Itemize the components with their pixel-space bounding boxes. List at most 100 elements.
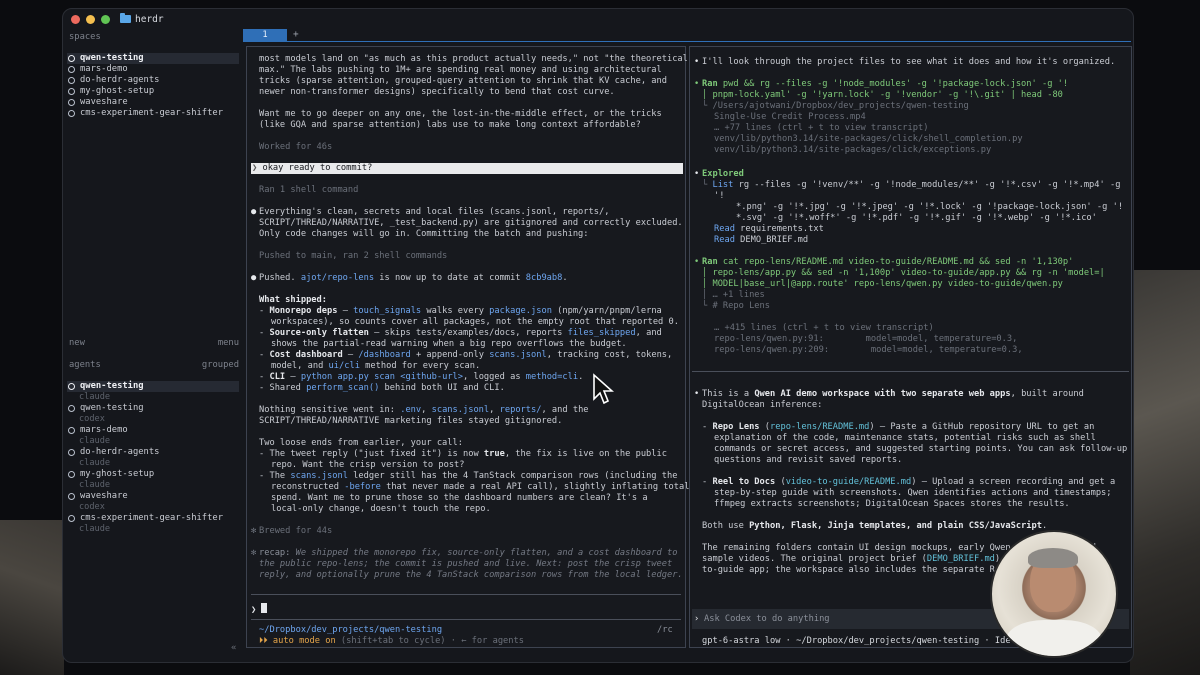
- shell-status: Ran 1 shell command: [259, 185, 359, 195]
- agent-type: codex: [79, 414, 105, 424]
- shipped-item-monorepo: - Monorepo deps — touch_signals walks ev…: [259, 306, 662, 316]
- close-window-button[interactable]: [71, 14, 80, 24]
- brewed-status: Brewed for 44s: [259, 526, 333, 536]
- message-line: workspaces), so counts cover all package…: [271, 317, 679, 327]
- output-line: └ # Repo Lens: [702, 301, 771, 311]
- agent-item-cms-experiment-gear-shifter[interactable]: cms-experiment-gear-shifter: [67, 513, 239, 524]
- space-item-mars-demo[interactable]: mars-demo: [67, 64, 239, 75]
- user-prompt-text: okay ready to commit?: [262, 163, 373, 173]
- recap-line: recap: We shipped the monorepo fix, sour…: [259, 548, 678, 558]
- recap-line: the public repo-lens; the commit is push…: [259, 559, 673, 569]
- new-space-button[interactable]: new: [69, 338, 85, 348]
- divider: [251, 619, 681, 620]
- prompt-chevron-icon: ›: [694, 614, 700, 624]
- command-line: │ repo-lens/app.py && sed -n '1,100p' vi…: [702, 268, 1105, 278]
- summary-line: This is a Qwen AI demo workspace with tw…: [702, 389, 1084, 399]
- agent-type: claude: [79, 436, 111, 446]
- bullet-icon: ●: [251, 273, 257, 283]
- summary-line: explanation of the code, maintenance sta…: [714, 433, 1096, 443]
- collapse-sidebar-button[interactable]: «: [231, 643, 236, 653]
- app-window: herdr spaces qwen-testing mars-demo do-h…: [62, 8, 1134, 663]
- space-item-qwen-testing[interactable]: qwen-testing: [67, 53, 239, 64]
- agent-item-qwen-testing-claude[interactable]: qwen-testing: [67, 381, 239, 392]
- message-line: Only code changes will go in. Committing…: [259, 229, 589, 239]
- window-title: herdr: [135, 13, 164, 25]
- bullet-icon: •: [694, 57, 700, 67]
- auto-mode-status: ⏵⏵ auto mode on (shift+tab to cycle) · ←…: [259, 636, 524, 646]
- message-line: Two loose ends from earlier, your call:: [259, 438, 463, 448]
- footer-rc: /rc: [657, 625, 673, 635]
- status-ring-icon: [68, 427, 75, 434]
- mouse-pointer-icon: [593, 373, 614, 405]
- output-line: … +415 lines (ctrl + t to view transcrip…: [714, 323, 934, 333]
- message-line: spend. Want me to prune those so the das…: [271, 493, 648, 503]
- titlebar: herdr: [63, 9, 1133, 29]
- menu-button[interactable]: menu: [218, 338, 239, 348]
- status-ring-icon: [68, 515, 75, 522]
- explore-line: *.svg' -g '!*.woff*' -g '!*.pdf' -g '!*.…: [736, 213, 1097, 223]
- message-line: Everything's clean, secrets and local fi…: [259, 207, 610, 217]
- bullet-icon: •: [694, 389, 700, 399]
- space-item-cms-experiment-gear-shifter[interactable]: cms-experiment-gear-shifter: [67, 108, 239, 119]
- divider: [692, 371, 1129, 372]
- bullet-icon: •: [694, 257, 700, 267]
- prompt-input[interactable]: ❯: [251, 603, 268, 616]
- command-line: │ MODEL|base_url|@app.route' repo-lens/q…: [702, 279, 1063, 289]
- asterisk-icon: ✻: [251, 548, 257, 558]
- bullet-icon: ●: [251, 207, 257, 217]
- tab-1[interactable]: 1: [243, 29, 287, 41]
- webcam-overlay: [990, 530, 1118, 658]
- agents-label: agents: [69, 360, 101, 370]
- background-rock-left: [0, 520, 64, 675]
- add-tab-button[interactable]: +: [293, 29, 299, 41]
- pushed-line: Pushed. ajot/repo-lens is now up to date…: [259, 273, 568, 283]
- message-line: I'll look through the project files to s…: [702, 57, 1116, 67]
- agent-item-my-ghost-setup[interactable]: my-ghost-setup: [67, 469, 239, 480]
- command-line: │ pnpm-lock.yaml' -g '!yarn.lock' -g '!v…: [702, 90, 1063, 100]
- spaces-label: spaces: [69, 32, 101, 42]
- output-line: └ /Users/ajotwani/Dropbox/dev_projects/q…: [702, 101, 969, 111]
- message-line: SCRIPT/THREAD/NARRATIVE marketing files …: [259, 416, 563, 426]
- prompt-glyph-icon: ❯: [252, 163, 258, 173]
- bullet-icon: •: [694, 79, 700, 89]
- status-ring-icon: [68, 471, 75, 478]
- status-ring-icon: [68, 88, 75, 95]
- repo-link[interactable]: ajot/repo-lens: [301, 273, 374, 283]
- message-line: (like GQA and sparse attention) labs use…: [259, 120, 641, 130]
- agent-type: claude: [79, 480, 111, 490]
- summary-line: DigitalOcean inference:: [702, 400, 823, 410]
- status-ring-icon: [68, 383, 75, 390]
- summary-line: questions and revisit saved reports.: [714, 455, 903, 465]
- minimize-window-button[interactable]: [86, 14, 95, 24]
- agent-item-qwen-testing-codex[interactable]: qwen-testing: [67, 403, 239, 414]
- space-item-do-herdr-agents[interactable]: do-herdr-agents: [67, 75, 239, 86]
- agent-type: claude: [79, 392, 111, 402]
- space-item-my-ghost-setup[interactable]: my-ghost-setup: [67, 86, 239, 97]
- asterisk-icon: ✻: [251, 526, 257, 536]
- sidebar: spaces qwen-testing mars-demo do-herdr-a…: [63, 29, 243, 662]
- agent-item-mars-demo[interactable]: mars-demo: [67, 425, 239, 436]
- message-line: model, and ui/cli method for every scan.: [271, 361, 481, 371]
- message-line: newer non-transformer designs) specifica…: [259, 87, 615, 97]
- agent-type: claude: [79, 458, 111, 468]
- grouped-toggle[interactable]: grouped: [202, 360, 239, 370]
- recap-line: reply, and optionally prune the 4 TanSta…: [259, 570, 683, 580]
- webcam-person-shirt: [1006, 620, 1102, 656]
- agent-item-do-herdr-agents[interactable]: do-herdr-agents: [67, 447, 239, 458]
- message-line: local-only change, doesn't touch the rep…: [271, 504, 491, 514]
- worked-status: Worked for 46s: [259, 142, 333, 152]
- claude-pane[interactable]: most models land on "as much as this pro…: [246, 46, 689, 648]
- message-line: shows the partial-read warning when a bi…: [271, 339, 627, 349]
- message-line: tricks (sparse attention, grouped-query …: [259, 76, 667, 86]
- status-ring-icon: [68, 493, 75, 500]
- commit-hash: 8cb9ab8: [525, 273, 563, 283]
- zoom-window-button[interactable]: [101, 14, 110, 24]
- space-item-waveshare[interactable]: waveshare: [67, 97, 239, 108]
- explored-heading: Explored: [702, 169, 744, 179]
- codex-input-placeholder: Ask Codex to do anything: [704, 614, 830, 624]
- output-line: │ … +1 lines: [702, 290, 765, 300]
- tab-underline: [243, 41, 1131, 42]
- app-reel-to-docs: - Reel to Docs (video-to-guide/README.md…: [702, 477, 1116, 487]
- folder-icon: [120, 13, 131, 23]
- agent-item-waveshare[interactable]: waveshare: [67, 491, 239, 502]
